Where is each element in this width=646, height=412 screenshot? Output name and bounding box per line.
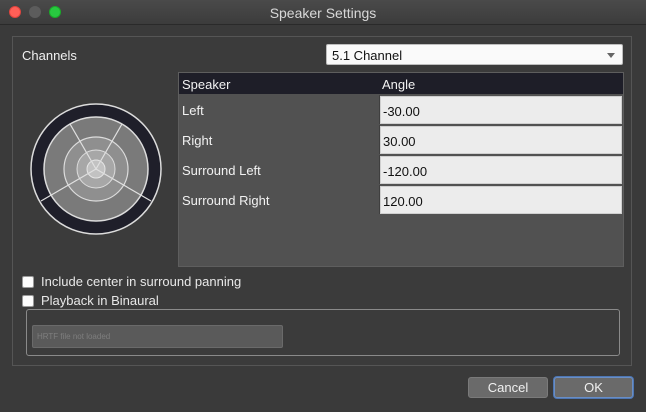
table-row: Surround Right 120.00	[179, 185, 623, 215]
speaker-layout-icon	[30, 103, 162, 235]
include-center-option[interactable]: Include center in surround panning	[22, 274, 241, 289]
angle-field-surround-right[interactable]: 120.00	[380, 186, 622, 214]
channel-format-select[interactable]: 5.1 Channel	[326, 44, 623, 65]
channel-format-value: 5.1 Channel	[332, 48, 403, 63]
binaural-label: Playback in Binaural	[41, 293, 159, 308]
angle-field-right[interactable]: 30.00	[380, 126, 622, 154]
binaural-checkbox[interactable]	[22, 294, 34, 307]
angle-field-surround-left[interactable]: -120.00	[380, 156, 622, 184]
speaker-name-cell: Surround Right	[179, 185, 380, 214]
binaural-option[interactable]: Playback in Binaural	[22, 293, 159, 308]
include-center-checkbox[interactable]	[22, 275, 34, 288]
cancel-button[interactable]: Cancel	[468, 377, 548, 398]
speaker-name-cell: Right	[179, 125, 380, 154]
include-center-label: Include center in surround panning	[41, 274, 242, 289]
speaker-name-cell: Surround Left	[179, 155, 380, 184]
speaker-table: Speaker Angle Left -30.00 Right 30.00 Su…	[178, 72, 624, 267]
chevron-down-icon	[607, 53, 615, 58]
speaker-name: Right	[182, 133, 213, 148]
table-row: Right 30.00	[179, 125, 623, 155]
title-bar: Speaker Settings	[0, 0, 646, 25]
table-row: Left -30.00	[179, 95, 623, 125]
speaker-name: Surround Right	[182, 193, 270, 208]
column-header-angle[interactable]: Angle	[382, 77, 415, 92]
speaker-name: Surround Left	[182, 163, 261, 178]
column-header-speaker[interactable]: Speaker	[182, 77, 230, 92]
angle-field-left[interactable]: -30.00	[380, 96, 622, 124]
hrtf-file-field[interactable]: HRTF file not loaded	[32, 325, 283, 348]
table-row: Surround Left -120.00	[179, 155, 623, 185]
speaker-name: Left	[182, 103, 204, 118]
channels-label: Channels	[22, 48, 77, 63]
table-header: Speaker Angle	[179, 73, 623, 94]
speaker-name-cell: Left	[179, 95, 380, 124]
window-title: Speaker Settings	[269, 5, 377, 21]
ok-button[interactable]: OK	[554, 377, 633, 398]
